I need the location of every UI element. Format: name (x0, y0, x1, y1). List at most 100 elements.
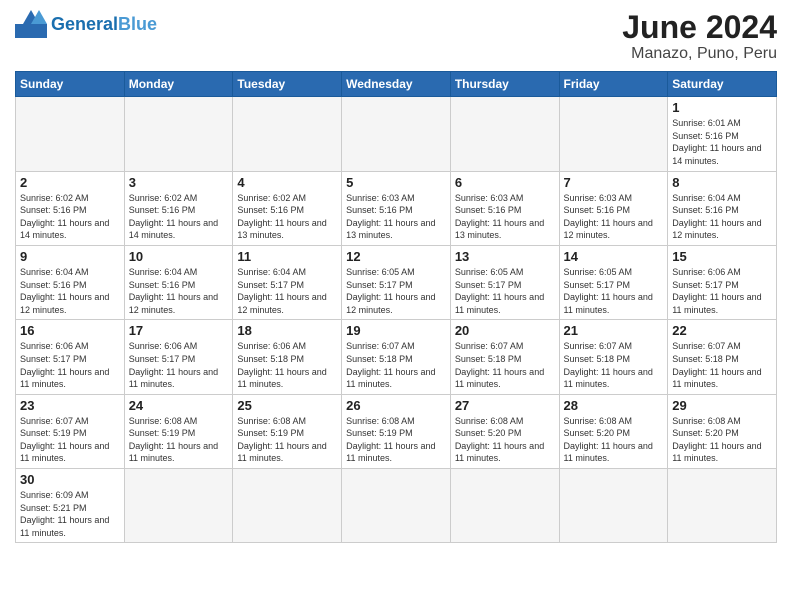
calendar-row: 2 Sunrise: 6:02 AMSunset: 5:16 PMDaylight… (16, 171, 777, 245)
calendar-cell: 19Sunrise: 6:07 AMSunset: 5:18 PMDayligh… (342, 320, 451, 394)
logo-icon (15, 10, 47, 38)
day-number: 15 (672, 249, 772, 264)
header-sunday: Sunday (16, 72, 125, 97)
calendar-cell: 3 Sunrise: 6:02 AMSunset: 5:16 PMDaylight… (124, 171, 233, 245)
day-info: Sunrise: 6:08 AMSunset: 5:20 PMDaylight:… (672, 415, 772, 465)
calendar-cell: 24 Sunrise: 6:08 AMSunset: 5:19 PMDayligh… (124, 394, 233, 468)
calendar-row: 30 Sunrise: 6:09 AMSunset: 5:21 PMDayligh… (16, 469, 777, 543)
day-number: 1 (672, 100, 772, 115)
header-friday: Friday (559, 72, 668, 97)
header-monday: Monday (124, 72, 233, 97)
day-number: 14 (564, 249, 664, 264)
day-info: Sunrise: 6:02 AMSunset: 5:16 PMDaylight:… (20, 192, 120, 242)
calendar-cell: 20 Sunrise: 6:07 AMSunset: 5:18 PMDayligh… (450, 320, 559, 394)
day-number: 22 (672, 323, 772, 338)
day-number: 10 (129, 249, 229, 264)
day-info: Sunrise: 6:08 AMSunset: 5:20 PMDaylight:… (455, 415, 555, 465)
day-number: 29 (672, 398, 772, 413)
calendar-cell: 29 Sunrise: 6:08 AMSunset: 5:20 PMDayligh… (668, 394, 777, 468)
calendar-cell (233, 469, 342, 543)
day-info: Sunrise: 6:05 AMSunset: 5:17 PMDaylight:… (564, 266, 664, 316)
day-number: 13 (455, 249, 555, 264)
day-number: 18 (237, 323, 337, 338)
day-info: Sunrise: 6:01 AMSunset: 5:16 PMDaylight:… (672, 117, 772, 167)
calendar-cell (559, 469, 668, 543)
calendar-cell: 13 Sunrise: 6:05 AMSunset: 5:17 PMDayligh… (450, 245, 559, 319)
day-info: Sunrise: 6:09 AMSunset: 5:21 PMDaylight:… (20, 489, 120, 539)
day-number: 25 (237, 398, 337, 413)
day-number: 6 (455, 175, 555, 190)
day-info: Sunrise: 6:07 AMSunset: 5:18 PMDaylight:… (564, 340, 664, 390)
calendar-row: 9Sunrise: 6:04 AMSunset: 5:16 PMDaylight… (16, 245, 777, 319)
day-number: 21 (564, 323, 664, 338)
day-number: 12 (346, 249, 446, 264)
day-info: Sunrise: 6:04 AMSunset: 5:16 PMDaylight:… (129, 266, 229, 316)
calendar-cell (342, 469, 451, 543)
calendar-cell: 15 Sunrise: 6:06 AMSunset: 5:17 PMDayligh… (668, 245, 777, 319)
title-block: June 2024 Manazo, Puno, Peru (622, 10, 777, 63)
page-subtitle: Manazo, Puno, Peru (622, 45, 777, 63)
calendar-cell: 17Sunrise: 6:06 AMSunset: 5:17 PMDayligh… (124, 320, 233, 394)
logo-text: GeneralBlue (51, 15, 157, 33)
day-number: 16 (20, 323, 120, 338)
day-info: Sunrise: 6:07 AMSunset: 5:18 PMDaylight:… (672, 340, 772, 390)
calendar-cell (16, 97, 125, 171)
page-header: GeneralBlue June 2024 Manazo, Puno, Peru (15, 10, 777, 63)
calendar-cell: 4 Sunrise: 6:02 AMSunset: 5:16 PMDaylight… (233, 171, 342, 245)
calendar-cell: 22 Sunrise: 6:07 AMSunset: 5:18 PMDayligh… (668, 320, 777, 394)
day-info: Sunrise: 6:08 AMSunset: 5:19 PMDaylight:… (237, 415, 337, 465)
calendar-cell: 7Sunrise: 6:03 AMSunset: 5:16 PMDaylight… (559, 171, 668, 245)
day-number: 26 (346, 398, 446, 413)
day-number: 28 (564, 398, 664, 413)
logo: GeneralBlue (15, 10, 157, 38)
day-number: 2 (20, 175, 120, 190)
calendar-cell: 8 Sunrise: 6:04 AMSunset: 5:16 PMDaylight… (668, 171, 777, 245)
day-number: 11 (237, 249, 337, 264)
day-number: 5 (346, 175, 446, 190)
day-number: 3 (129, 175, 229, 190)
header-saturday: Saturday (668, 72, 777, 97)
calendar-cell (668, 469, 777, 543)
calendar-row: 23 Sunrise: 6:07 AMSunset: 5:19 PMDayligh… (16, 394, 777, 468)
calendar-cell: 6 Sunrise: 6:03 AMSunset: 5:16 PMDaylight… (450, 171, 559, 245)
page-title: June 2024 (622, 10, 777, 45)
day-info: Sunrise: 6:07 AMSunset: 5:18 PMDaylight:… (455, 340, 555, 390)
calendar-cell: 23 Sunrise: 6:07 AMSunset: 5:19 PMDayligh… (16, 394, 125, 468)
calendar-cell: 18 Sunrise: 6:06 AMSunset: 5:18 PMDayligh… (233, 320, 342, 394)
day-number: 17 (129, 323, 229, 338)
day-number: 23 (20, 398, 120, 413)
day-info: Sunrise: 6:08 AMSunset: 5:19 PMDaylight:… (129, 415, 229, 465)
day-info: Sunrise: 6:07 AMSunset: 5:18 PMDaylight:… (346, 340, 446, 390)
calendar-cell: 28Sunrise: 6:08 AMSunset: 5:20 PMDayligh… (559, 394, 668, 468)
calendar-cell: 26Sunrise: 6:08 AMSunset: 5:19 PMDayligh… (342, 394, 451, 468)
day-number: 20 (455, 323, 555, 338)
day-info: Sunrise: 6:04 AMSunset: 5:16 PMDaylight:… (20, 266, 120, 316)
day-info: Sunrise: 6:04 AMSunset: 5:17 PMDaylight:… (237, 266, 337, 316)
header-thursday: Thursday (450, 72, 559, 97)
day-number: 4 (237, 175, 337, 190)
day-info: Sunrise: 6:07 AMSunset: 5:19 PMDaylight:… (20, 415, 120, 465)
calendar-cell (559, 97, 668, 171)
calendar-cell: 11 Sunrise: 6:04 AMSunset: 5:17 PMDayligh… (233, 245, 342, 319)
day-number: 8 (672, 175, 772, 190)
day-info: Sunrise: 6:06 AMSunset: 5:17 PMDaylight:… (672, 266, 772, 316)
day-info: Sunrise: 6:02 AMSunset: 5:16 PMDaylight:… (129, 192, 229, 242)
calendar-row: 16Sunrise: 6:06 AMSunset: 5:17 PMDayligh… (16, 320, 777, 394)
header-wednesday: Wednesday (342, 72, 451, 97)
day-info: Sunrise: 6:02 AMSunset: 5:16 PMDaylight:… (237, 192, 337, 242)
day-number: 30 (20, 472, 120, 487)
calendar-row: 1 Sunrise: 6:01 AMSunset: 5:16 PMDaylight… (16, 97, 777, 171)
day-info: Sunrise: 6:04 AMSunset: 5:16 PMDaylight:… (672, 192, 772, 242)
calendar-cell: 9Sunrise: 6:04 AMSunset: 5:16 PMDaylight… (16, 245, 125, 319)
day-info: Sunrise: 6:06 AMSunset: 5:18 PMDaylight:… (237, 340, 337, 390)
day-info: Sunrise: 6:03 AMSunset: 5:16 PMDaylight:… (564, 192, 664, 242)
calendar-cell: 25 Sunrise: 6:08 AMSunset: 5:19 PMDayligh… (233, 394, 342, 468)
day-number: 27 (455, 398, 555, 413)
calendar-cell: 5Sunrise: 6:03 AMSunset: 5:16 PMDaylight… (342, 171, 451, 245)
calendar-cell (450, 469, 559, 543)
calendar-cell: 21 Sunrise: 6:07 AMSunset: 5:18 PMDayligh… (559, 320, 668, 394)
header-tuesday: Tuesday (233, 72, 342, 97)
day-number: 24 (129, 398, 229, 413)
day-info: Sunrise: 6:05 AMSunset: 5:17 PMDaylight:… (455, 266, 555, 316)
day-info: Sunrise: 6:03 AMSunset: 5:16 PMDaylight:… (455, 192, 555, 242)
